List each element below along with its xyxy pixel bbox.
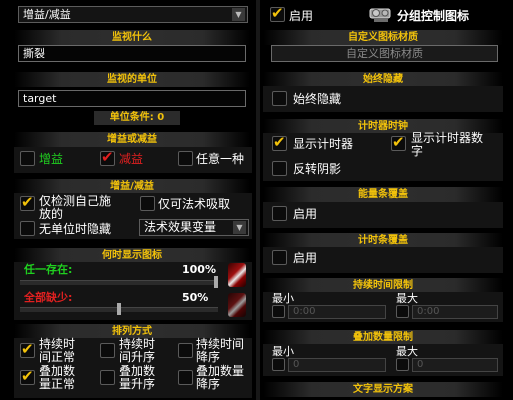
monitor-header: 监视什么 — [14, 30, 250, 45]
buff-checkbox[interactable] — [20, 151, 35, 166]
only-absorb-checkbox[interactable] — [140, 196, 155, 211]
effect-variable-dropdown[interactable]: 法术效果变量 ▼ — [139, 219, 249, 236]
chevron-down-icon[interactable]: ▼ — [232, 8, 245, 21]
duration-max-input[interactable]: 0:00 — [412, 305, 498, 319]
show-timer-number-checkbox[interactable] — [391, 133, 406, 151]
sort-stack-asc-line2: 量升序 — [119, 377, 156, 391]
any-present-percent: 100% — [182, 263, 216, 276]
sort-stack-asc-line1: 叠加数 — [119, 364, 156, 378]
stack-min-checkbox[interactable] — [272, 358, 285, 371]
timer-overlay-label: 启用 — [293, 251, 318, 265]
sort-stack-asc-checkbox[interactable] — [100, 370, 115, 385]
duration-max-checkbox[interactable] — [396, 305, 409, 318]
debuff-label: 减益 — [119, 152, 144, 166]
show-timer-checkbox[interactable] — [272, 133, 287, 151]
only-self-checkbox[interactable] — [20, 193, 35, 211]
sort-duration-desc-line1: 持续时间 — [196, 337, 245, 351]
monitor-input[interactable]: 撕裂 — [18, 45, 246, 62]
sort-duration-desc-line2: 降序 — [196, 350, 221, 364]
sort-duration-normal-line1: 持续时 — [39, 337, 76, 351]
stack-max-input[interactable]: 0 — [412, 358, 498, 372]
enable-checkbox[interactable] — [270, 4, 285, 22]
aura-type-dropdown[interactable]: 增益/减益 ▼ — [18, 6, 248, 23]
cog-icon[interactable] — [368, 3, 394, 25]
stack-min-label: 最小 — [272, 345, 294, 358]
always-hide-checkbox[interactable] — [272, 91, 287, 106]
sort-duration-desc-checkbox[interactable] — [178, 343, 193, 358]
sort-stack-desc-line1: 叠加数量 — [196, 364, 245, 378]
unit-input[interactable]: target — [18, 90, 246, 107]
sort-duration-asc-line2: 间升序 — [119, 350, 156, 364]
either-checkbox[interactable] — [178, 151, 193, 166]
sort-duration-asc-checkbox[interactable] — [100, 343, 115, 358]
sort-stack-desc-checkbox[interactable] — [178, 370, 193, 385]
all-missing-percent: 50% — [182, 291, 209, 304]
stack-max-checkbox[interactable] — [396, 358, 409, 371]
any-present-slider[interactable] — [20, 280, 218, 285]
when-show-header: 何时显示图标 — [14, 248, 250, 263]
sort-stack-normal-checkbox[interactable] — [20, 367, 35, 385]
reverse-shadow-checkbox[interactable] — [272, 161, 287, 176]
only-self-label-line2: 放的 — [39, 207, 64, 221]
always-hide-header: 始终隐藏 — [263, 72, 503, 87]
all-missing-label: 全部缺少: — [24, 291, 73, 304]
custom-texture-header: 自定义图标材质 — [263, 30, 503, 45]
effect-variable-value: 法术效果变量 — [144, 220, 217, 234]
stack-min-input[interactable]: 0 — [288, 358, 386, 372]
duration-limit-header: 持续时间限制 — [263, 278, 503, 293]
timer-overlay-checkbox[interactable] — [272, 250, 287, 265]
power-overlay-header: 能量条覆盖 — [263, 187, 503, 202]
enable-label: 启用 — [289, 9, 314, 23]
sort-stack-normal-line1: 叠加数 — [39, 364, 76, 378]
hide-no-unit-checkbox[interactable] — [20, 221, 35, 236]
buff-label: 增益 — [39, 152, 64, 166]
debuff-checkbox[interactable] — [100, 148, 115, 166]
only-absorb-label: 仅可法术吸取 — [158, 197, 231, 211]
only-self-label-line1: 仅检测自己施 — [39, 194, 112, 208]
show-timer-label: 显示计时器 — [293, 137, 354, 151]
either-label: 任意一种 — [196, 152, 245, 166]
custom-texture-input[interactable]: 自定义图标材质 — [271, 45, 498, 62]
power-overlay-label: 启用 — [293, 207, 318, 221]
claw-icon-dimmed[interactable] — [228, 293, 246, 317]
duration-min-input[interactable]: 0:00 — [288, 305, 386, 319]
group-control-label: 分组控制图标 — [397, 9, 470, 23]
unit-header: 监视的单位 — [14, 72, 250, 87]
chevron-down-icon[interactable]: ▼ — [233, 221, 246, 234]
column-divider — [256, 0, 260, 400]
timer-overlay-header: 计时条覆盖 — [263, 233, 503, 248]
sort-stack-desc-line2: 降序 — [196, 377, 221, 391]
buff-debuff-options-header: 增益/减益 — [14, 179, 250, 194]
aura-type-value: 增益/减益 — [23, 8, 71, 21]
any-present-label: 任一存在: — [24, 263, 73, 276]
sort-duration-normal-line2: 间正常 — [39, 350, 76, 364]
unit-condition-value: 0 — [157, 112, 165, 123]
buff-debuff-header: 增益或减益 — [14, 132, 250, 147]
show-timer-number-line1: 显示计时器数 — [411, 131, 484, 145]
stack-limit-header: 叠加数量限制 — [263, 330, 503, 345]
all-missing-slider-thumb[interactable] — [117, 303, 121, 315]
reverse-shadow-label: 反转阴影 — [293, 162, 342, 176]
sort-duration-asc-line1: 持续时 — [119, 337, 156, 351]
hide-no-unit-label: 无单位时隐藏 — [39, 222, 112, 236]
sort-duration-normal-checkbox[interactable] — [20, 340, 35, 358]
unit-condition[interactable]: 单位条件: 0 — [94, 111, 180, 125]
always-hide-label: 始终隐藏 — [293, 92, 342, 106]
text-scheme-header: 文字显示方案 — [263, 382, 503, 397]
stack-max-label: 最大 — [396, 345, 418, 358]
sort-stack-normal-line2: 量正常 — [39, 377, 76, 391]
any-present-slider-thumb[interactable] — [214, 276, 218, 288]
duration-min-label: 最小 — [272, 292, 294, 305]
show-timer-number-line2: 字 — [411, 144, 424, 158]
duration-max-label: 最大 — [396, 292, 418, 305]
claw-icon[interactable] — [228, 263, 246, 287]
unit-condition-label: 单位条件: — [109, 112, 154, 123]
duration-min-checkbox[interactable] — [272, 305, 285, 318]
power-overlay-checkbox[interactable] — [272, 206, 287, 221]
